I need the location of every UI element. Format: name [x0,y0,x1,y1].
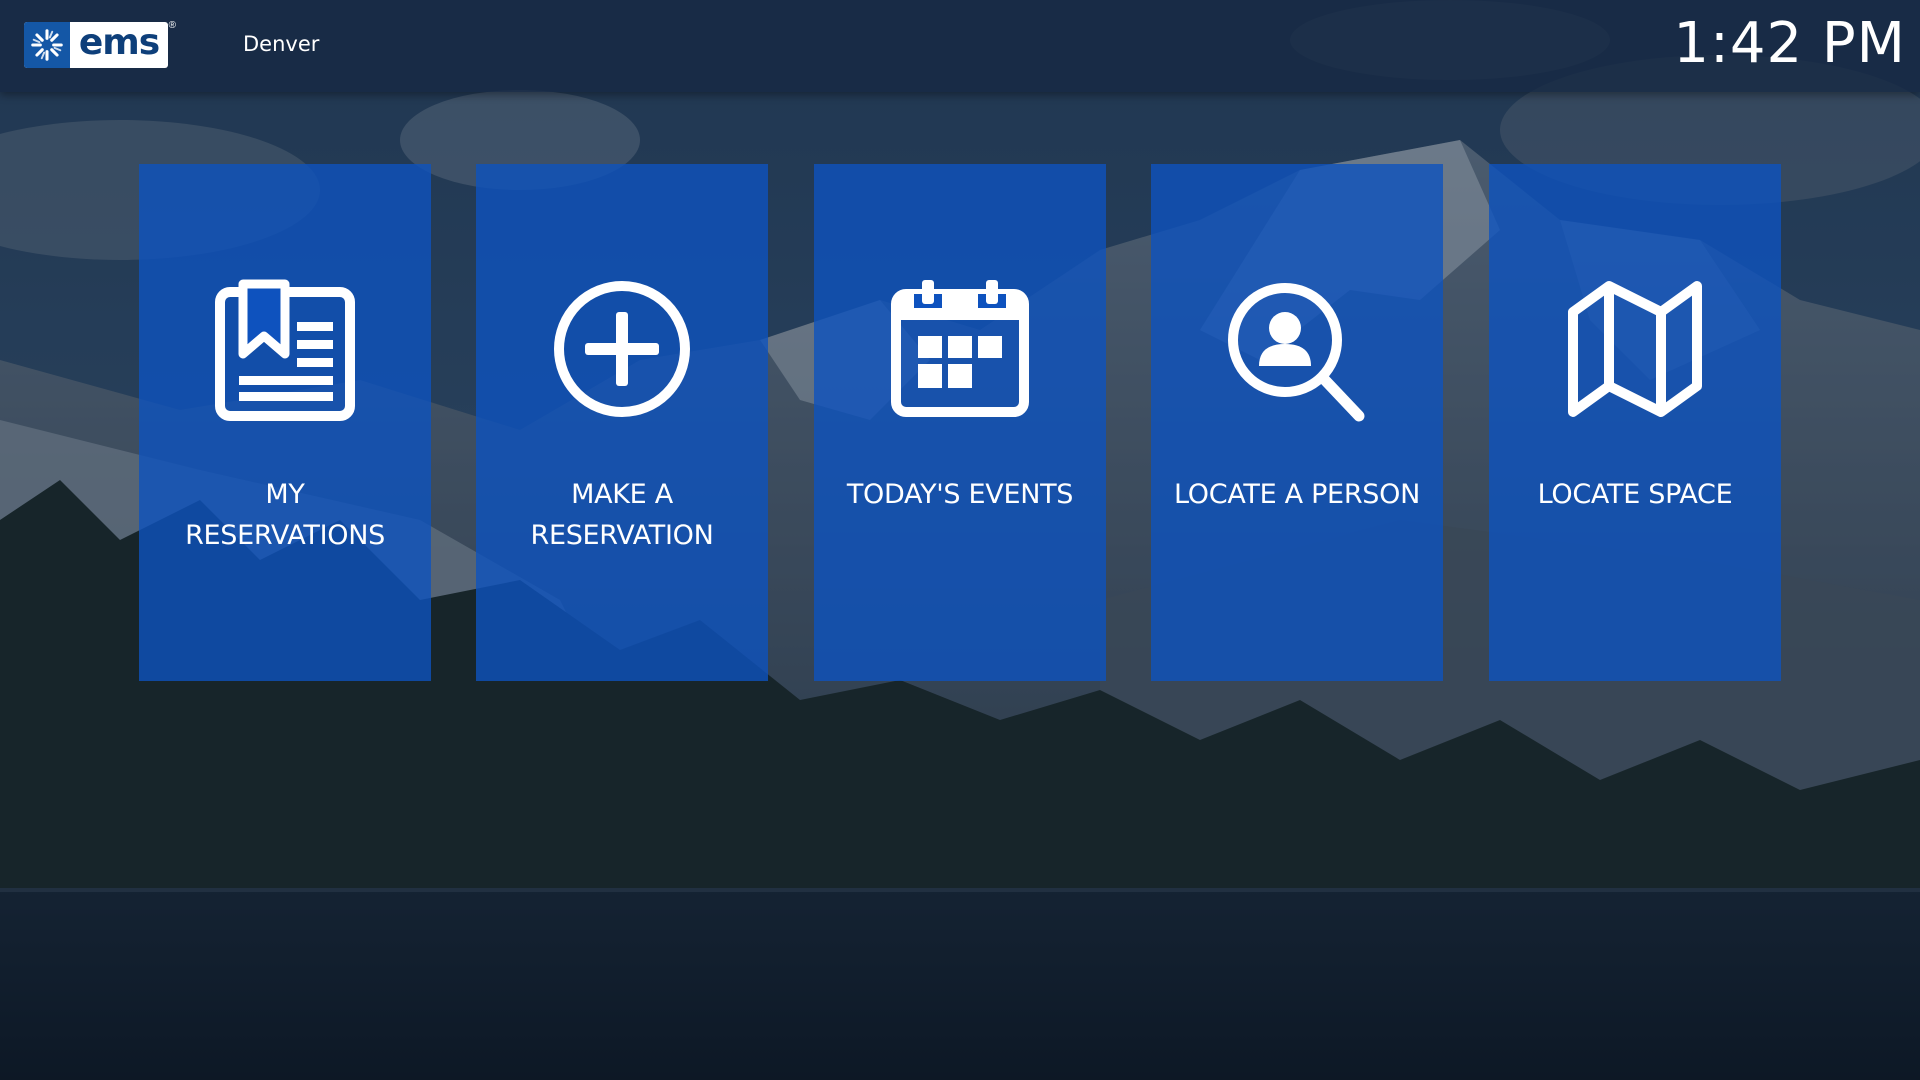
make-reservation-tile[interactable]: MAKE A RESERVATION [476,164,768,681]
burst-icon [24,22,70,68]
logo-wordmark: ems [78,22,160,63]
folded-map-icon [1568,281,1702,417]
my-reservations-tile[interactable]: MY RESERVATIONS [139,164,431,681]
ems-logo: ems ® [24,20,176,68]
registered-mark: ® [168,20,176,31]
locate-person-label: LOCATE A PERSON [1174,479,1420,510]
calendar-icon [891,280,1029,417]
location-name: Denver [243,32,320,56]
locate-person-tile[interactable]: LOCATE A PERSON [1151,164,1443,681]
locate-space-tile[interactable]: LOCATE SPACE [1489,164,1781,681]
plus-circle-icon [554,281,690,417]
todays-events-label: TODAY'S EVENTS [846,479,1074,510]
kiosk-home-screen: ems ® Denver 1:42 PM MY RESERVATIONS MAK… [0,0,1920,1080]
todays-events-tile[interactable]: TODAY'S EVENTS [814,164,1106,681]
reservation-list-icon [215,279,355,421]
current-time: 1:42 PM [1673,11,1906,76]
my-reservations-label: MY RESERVATIONS [185,479,385,551]
locate-space-label: LOCATE SPACE [1537,479,1733,510]
person-search-icon [1228,283,1365,422]
make-reservation-label: MAKE A RESERVATION [530,479,714,551]
header-bar: ems ® Denver 1:42 PM [0,0,1920,92]
